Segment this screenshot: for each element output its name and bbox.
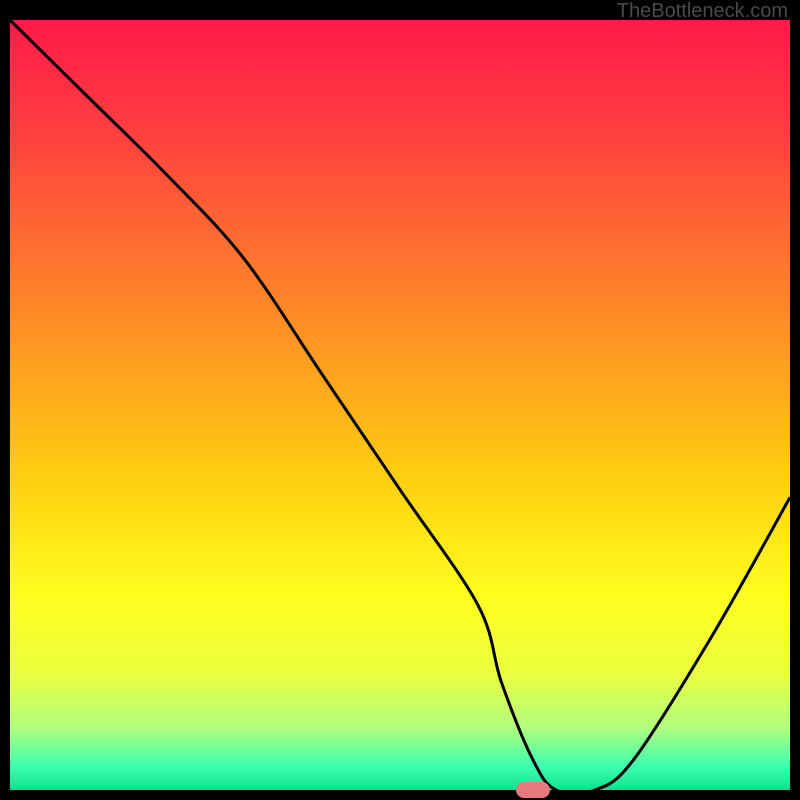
- optimal-point-marker: [516, 782, 550, 798]
- chart-plot-area: [10, 20, 790, 790]
- bottleneck-curve-path: [10, 20, 790, 790]
- curve-svg: [10, 20, 790, 790]
